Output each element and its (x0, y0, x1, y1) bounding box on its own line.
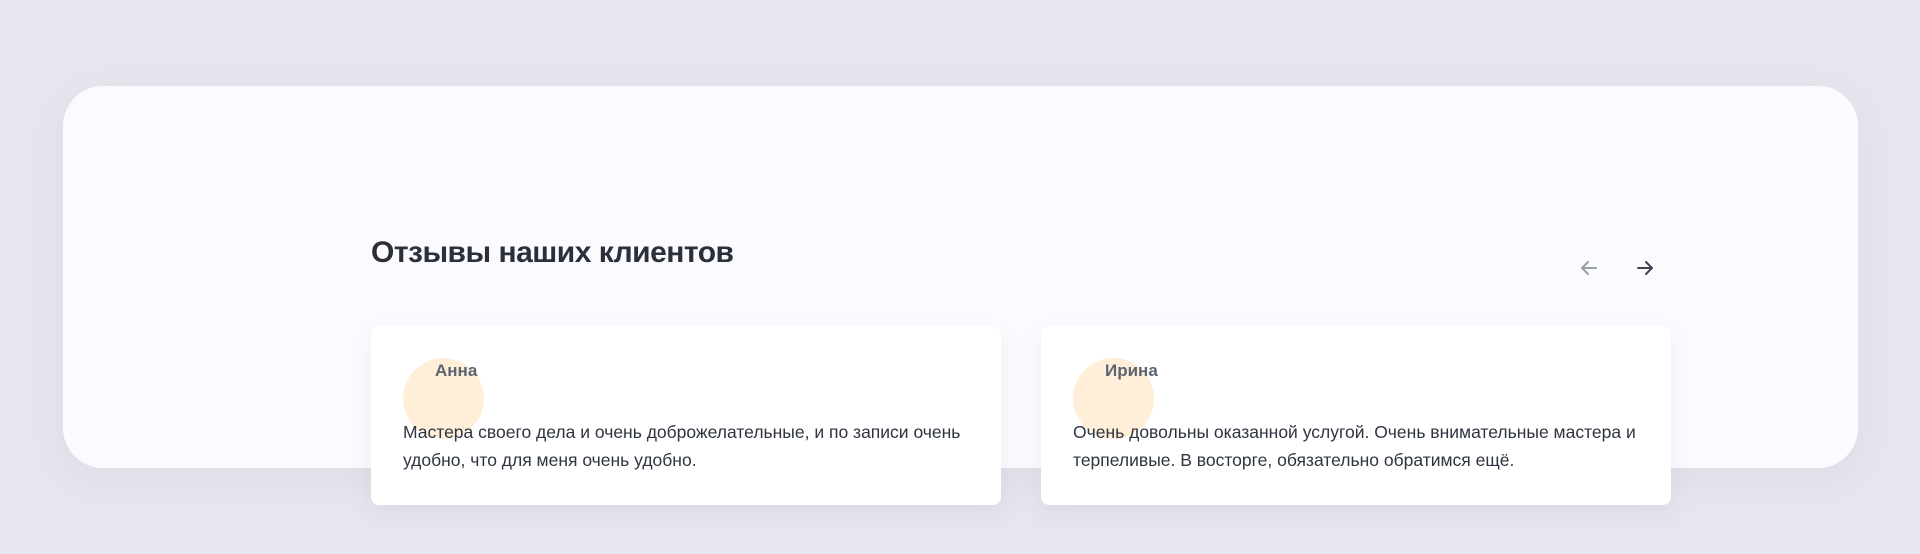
section-title: Отзывы наших клиентов (371, 236, 734, 269)
review-card: Ирина Очень довольны оказанной услугой. … (1041, 326, 1671, 505)
review-text: Мастера своего дела и очень доброжелател… (403, 422, 961, 470)
review-card: Анна Мастера своего дела и очень доброже… (371, 326, 1001, 505)
carousel-prev-button[interactable] (1573, 252, 1605, 284)
carousel-next-button[interactable] (1629, 252, 1661, 284)
reviewer-name: Ирина (1105, 361, 1158, 380)
arrow-right-icon (1629, 252, 1661, 284)
reviewer-name: Анна (435, 361, 478, 380)
review-text: Очень довольны оказанной услугой. Очень … (1073, 422, 1636, 470)
arrow-left-icon (1573, 252, 1605, 284)
reviews-section: Отзывы наших клиентов Анна Мастера своег… (63, 86, 1858, 505)
